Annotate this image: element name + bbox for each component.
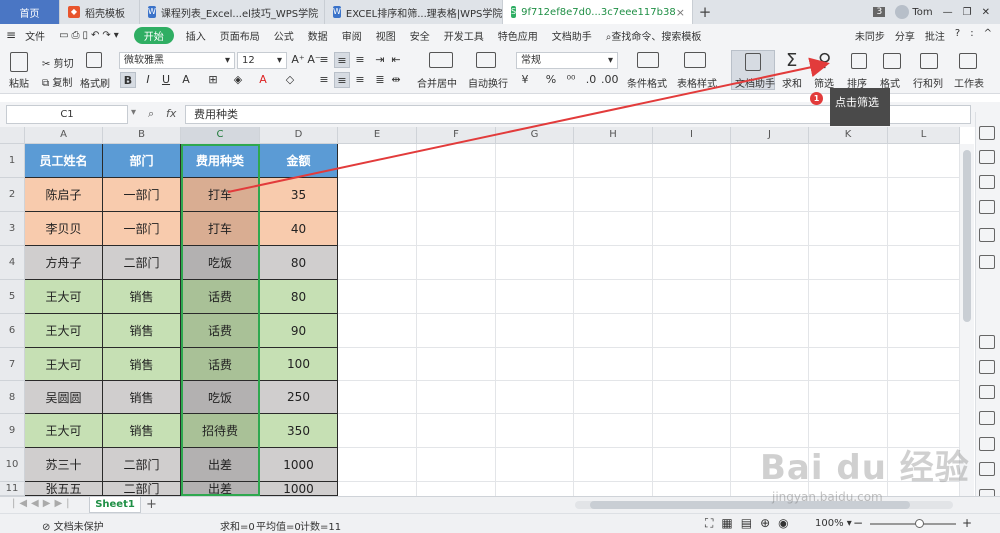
watermark-url: jingyan.baidu.com bbox=[772, 490, 883, 504]
step-badge: 1 bbox=[810, 92, 823, 105]
annotation-text: 点击筛选 bbox=[835, 96, 879, 109]
watermark-logo: Bai du 经验 bbox=[760, 448, 970, 488]
annotation-tooltip: 点击筛选 bbox=[830, 88, 890, 126]
arrow-line bbox=[227, 57, 830, 193]
wps-spreadsheet-window: 首页 ◆ 稻壳模板 W 课程列表_Excel...el技巧_WPS学院 W EXCEL… bbox=[0, 0, 1000, 533]
